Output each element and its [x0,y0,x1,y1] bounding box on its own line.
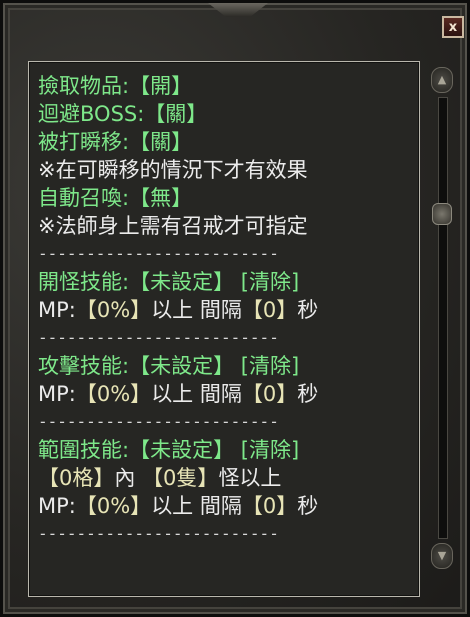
attack-skill-label: 攻擊技能: [38,354,130,378]
settings-window: x 撿取物品:【開】 迴避BOSS:【關】 被打瞬移:【關】 ※在可瞬移的情況下… [0,0,470,617]
auto-summon-toggle[interactable]: 【無】 [129,186,192,210]
unit-label: 秒 [297,494,319,518]
area-skill-range-row: 【0格】內 【0隻】怪以上 [38,464,419,492]
attack-skill-mp-row: MP:【0%】以上 間隔【0】秒 [38,380,419,408]
pickup-label: 撿取物品: [38,74,130,98]
avoid-boss-toggle[interactable]: 【關】 [144,102,207,126]
opening-skill-mp-value[interactable]: 【0%】 [76,298,151,322]
opening-skill-interval-value[interactable]: 【0】 [242,298,297,322]
scroll-up-icon[interactable]: ▲ [431,67,453,93]
hit-teleport-row: 被打瞬移:【關】 [38,128,419,156]
avoid-boss-row: 迴避BOSS:【關】 [38,100,419,128]
area-skill-label: 範圍技能: [38,438,130,462]
mp-prefix: MP: [38,494,76,518]
attack-skill-interval-value[interactable]: 【0】 [242,382,297,406]
auto-summon-row: 自動召喚:【無】 [38,184,419,212]
area-skill-mp-row: MP:【0%】以上 間隔【0】秒 [38,492,419,520]
attack-skill-clear-button[interactable]: [清除] [241,354,299,378]
opening-skill-clear-button[interactable]: [清除] [241,270,299,294]
divider: ------------------------- [38,328,279,347]
opening-skill-select[interactable]: 【未設定】 [129,270,234,294]
scrollbar[interactable]: ▲ ▼ [431,67,453,569]
area-skill-clear-button[interactable]: [清除] [241,438,299,462]
mp-mid: 以上 間隔 [151,382,242,406]
hit-teleport-label: 被打瞬移: [38,130,130,154]
scroll-thumb[interactable] [432,203,452,225]
range-mid: 內 [114,466,136,490]
mp-prefix: MP: [38,298,76,322]
avoid-boss-label: 迴避BOSS: [38,102,145,126]
area-skill-interval-value[interactable]: 【0】 [242,494,297,518]
unit-label: 秒 [297,298,319,322]
mp-mid: 以上 間隔 [151,298,242,322]
content-panel: 撿取物品:【開】 迴避BOSS:【關】 被打瞬移:【關】 ※在可瞬移的情況下才有… [28,61,420,597]
top-ornament [208,3,268,17]
close-button[interactable]: x [442,16,464,38]
hit-teleport-toggle[interactable]: 【關】 [129,130,192,154]
attack-skill-select[interactable]: 【未設定】 [129,354,234,378]
opening-skill-label: 開怪技能: [38,270,130,294]
divider: ------------------------- [38,244,279,263]
pickup-row: 撿取物品:【開】 [38,72,419,100]
scroll-down-icon[interactable]: ▼ [431,543,453,569]
opening-skill-row: 開怪技能:【未設定】 [清除] [38,268,419,296]
auto-summon-label: 自動召喚: [38,186,130,210]
area-skill-row: 範圍技能:【未設定】 [清除] [38,436,419,464]
scroll-rail[interactable] [438,97,448,539]
count-suffix: 怪以上 [218,466,282,490]
summon-note: ※法師身上需有召戒才可指定 [38,214,308,238]
opening-skill-mp-row: MP:【0%】以上 間隔【0】秒 [38,296,419,324]
attack-skill-row: 攻擊技能:【未設定】 [清除] [38,352,419,380]
area-skill-range-value[interactable]: 【0格】 [38,466,114,490]
mp-mid: 以上 間隔 [151,494,242,518]
area-skill-select[interactable]: 【未設定】 [129,438,234,462]
area-skill-mp-value[interactable]: 【0%】 [76,494,151,518]
pickup-toggle[interactable]: 【開】 [129,74,192,98]
divider: ------------------------- [38,412,279,431]
divider: ------------------------- [38,524,279,543]
attack-skill-mp-value[interactable]: 【0%】 [76,382,151,406]
teleport-note: ※在可瞬移的情況下才有效果 [38,158,308,182]
area-skill-count-value[interactable]: 【0隻】 [142,466,218,490]
unit-label: 秒 [297,382,319,406]
mp-prefix: MP: [38,382,76,406]
